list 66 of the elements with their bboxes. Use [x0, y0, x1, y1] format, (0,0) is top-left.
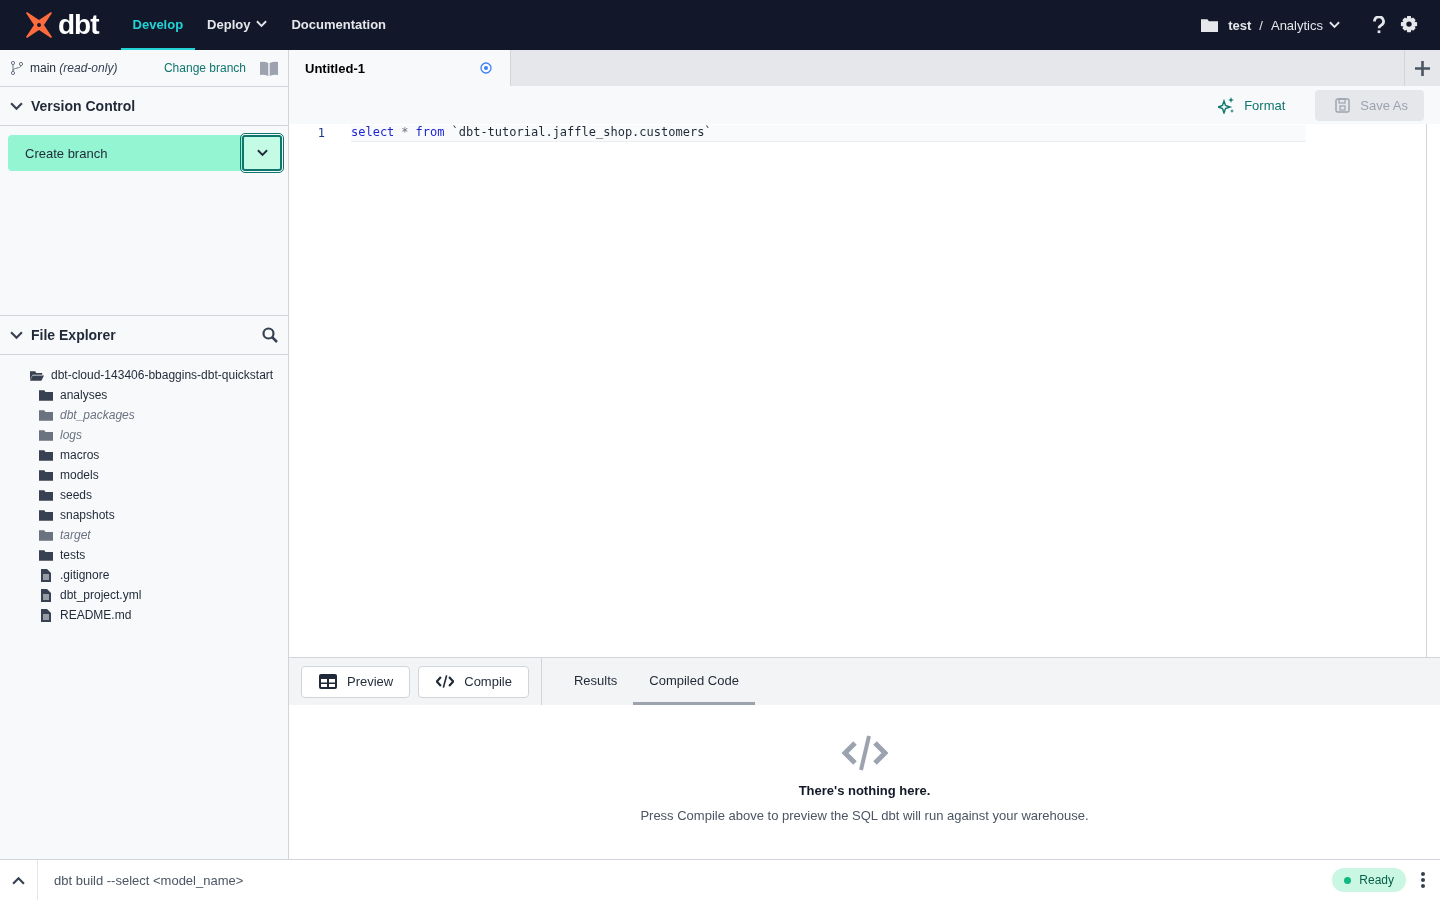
logo-icon: [24, 10, 54, 40]
nav-tab[interactable]: Documentation: [279, 0, 399, 50]
folder-icon: [39, 529, 53, 541]
folder-item[interactable]: dbt_packages: [39, 405, 288, 425]
folder-item[interactable]: logs: [39, 425, 288, 445]
folder-icon: [39, 409, 53, 421]
table-icon: [319, 674, 337, 689]
compile-button[interactable]: Compile: [418, 665, 529, 698]
branch-name: main (read-only): [30, 61, 118, 75]
file-icon: [41, 608, 51, 622]
section-header[interactable]: File Explorer: [0, 316, 288, 355]
folder-item[interactable]: macros: [39, 445, 288, 465]
code-icon: [841, 735, 888, 771]
file-tab[interactable]: Untitled-1: [289, 50, 511, 86]
create-branch-button[interactable]: Create branch: [8, 135, 242, 171]
plus-icon: [1415, 60, 1430, 76]
folder-icon: [39, 429, 53, 441]
chevron-down-icon: [10, 101, 23, 111]
folder-item[interactable]: tests: [39, 545, 288, 565]
chevron-up-icon: [12, 875, 25, 885]
chevron-down-icon: [10, 330, 23, 340]
chevron-down-icon: [256, 20, 268, 28]
format-button[interactable]: Format: [1212, 95, 1292, 115]
empty-state-message: Press Compile above to preview the SQL dbt will run against your warehouse.: [640, 808, 1089, 823]
unsaved-dot-icon: [480, 62, 492, 74]
chevron-down-icon: [256, 149, 268, 157]
open-folder-icon: [30, 369, 44, 381]
branch-icon: [10, 61, 24, 75]
settings-icon[interactable]: [1400, 16, 1418, 34]
sparkle-icon: [1218, 96, 1236, 114]
folder-item[interactable]: snapshots: [39, 505, 288, 525]
change-branch-link[interactable]: Change branch: [163, 61, 246, 75]
section-header[interactable]: Version Control: [0, 87, 288, 126]
dropdown-button[interactable]: [242, 135, 282, 171]
folder-icon: [39, 509, 53, 521]
results-tab[interactable]: Results: [557, 658, 634, 705]
help-icon[interactable]: [1370, 16, 1388, 34]
preview-button[interactable]: Preview: [301, 665, 411, 698]
folder-icon: [39, 389, 53, 401]
folder-icon: [39, 449, 53, 461]
folder-item[interactable]: seeds: [39, 485, 288, 505]
nav-tab[interactable]: Deploy: [195, 0, 280, 50]
breadcrumb-separator: /: [1259, 17, 1263, 33]
folder-icon: [39, 489, 53, 501]
empty-state-title: There's nothing here.: [798, 783, 931, 798]
file-item[interactable]: dbt_project.yml: [39, 585, 288, 605]
folder-item[interactable]: dbt-cloud-143406-bbaggins-dbt-quickstart: [30, 365, 288, 385]
more-options-icon[interactable]: [1420, 872, 1426, 888]
folder-item[interactable]: models: [39, 465, 288, 485]
search-icon[interactable]: [262, 327, 278, 343]
folder-item[interactable]: target: [39, 525, 288, 545]
project-name: test: [1228, 17, 1252, 33]
folder-item[interactable]: analyses: [39, 385, 288, 405]
file-item[interactable]: .gitignore: [39, 565, 288, 585]
code-icon: [436, 674, 455, 689]
file-icon: [41, 588, 51, 602]
chevron-down-icon: [1329, 21, 1340, 29]
logo-text: dbt: [58, 9, 99, 41]
environment-dropdown[interactable]: Analytics: [1270, 17, 1340, 33]
line-number: 1: [316, 126, 325, 140]
file-icon: [41, 568, 51, 582]
folder-icon: [1201, 18, 1219, 32]
file-item[interactable]: README.md: [39, 605, 288, 625]
status-badge: Ready: [1332, 868, 1406, 892]
folder-icon: [39, 469, 53, 481]
folder-icon: [39, 549, 53, 561]
